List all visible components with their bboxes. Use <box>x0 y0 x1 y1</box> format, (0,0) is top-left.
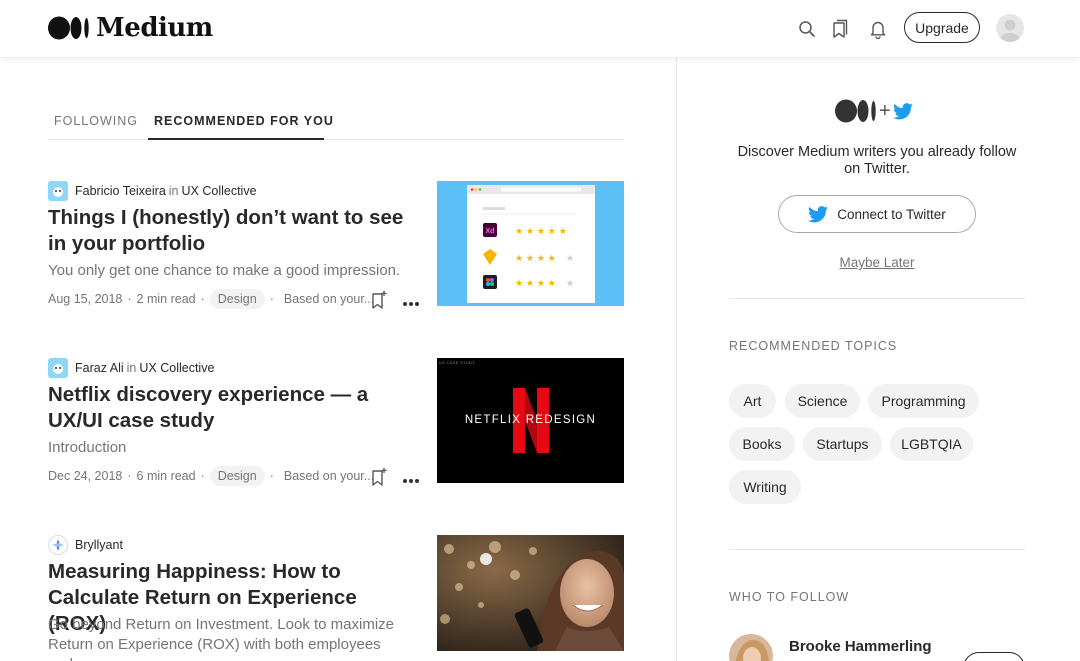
article-byline: Bryllyant <box>48 535 123 555</box>
byline-in: in <box>126 361 137 375</box>
article-title[interactable]: Netflix discovery experience — a UX/UI c… <box>48 382 418 434</box>
article-card[interactable]: Bryllyant Measuring Happiness: How to Ca… <box>48 535 624 661</box>
follow-button[interactable]: Follow <box>963 652 1025 661</box>
publication-name[interactable]: UX Collective <box>182 184 257 198</box>
topic-chip-books[interactable]: Books <box>729 427 795 461</box>
medium-wordmark: Medium <box>96 13 213 43</box>
author-name[interactable]: Faraz Ali <box>75 361 124 375</box>
article-card[interactable]: Faraz Ali in UX Collective Netflix disco… <box>48 358 624 488</box>
ux-collective-icon <box>48 358 68 378</box>
ux-collective-icon <box>48 181 68 201</box>
notifications-bell-icon[interactable] <box>865 16 891 42</box>
topic-chip-programming[interactable]: Programming <box>868 384 979 418</box>
recommendation-reason[interactable]: Based on your... <box>284 292 374 306</box>
follow-suggestion: Brooke Hammerling Follow <box>729 632 1025 661</box>
who-to-follow-title: WHO TO FOLLOW <box>729 590 850 604</box>
sidebar-divider <box>676 58 677 661</box>
active-tab-indicator <box>148 138 324 140</box>
svg-text:★: ★ <box>566 279 574 289</box>
author-name[interactable]: Bryllyant <box>75 538 123 552</box>
publish-date: Dec 24, 2018 <box>48 469 123 483</box>
more-options-icon[interactable] <box>402 294 420 312</box>
topic-chip-startups[interactable]: Startups <box>803 427 882 461</box>
article-card[interactable]: Fabricio Teixeira in UX Collective Thing… <box>48 181 624 311</box>
publication-name[interactable]: UX Collective <box>139 361 214 375</box>
read-time: 6 min read <box>136 469 196 483</box>
article-byline: Fabricio Teixeira in UX Collective <box>48 181 257 201</box>
article-actions <box>370 467 420 492</box>
follow-name[interactable]: Brooke Hammerling <box>789 638 932 655</box>
article-actions <box>370 290 420 315</box>
author-name[interactable]: Fabricio Teixeira <box>75 184 166 198</box>
publish-date: Aug 15, 2018 <box>48 292 123 306</box>
topic-chip-lgbtqia[interactable]: LGBTQIA <box>890 427 973 461</box>
read-time: 2 min read <box>136 292 196 306</box>
tab-following[interactable]: FOLLOWING <box>54 114 138 128</box>
topic-tag[interactable]: Design <box>209 289 265 309</box>
svg-text:Xd: Xd <box>486 228 495 235</box>
thumbnail-headline: NETFLIX REDESIGN <box>464 414 597 426</box>
medium-plus-twitter-logos: + <box>835 99 913 123</box>
search-icon[interactable] <box>794 16 820 42</box>
article-subtitle: Go beyond Return on Investment. Look to … <box>48 616 395 661</box>
article-meta: Dec 24, 2018 · 6 min read · Design · Bas… <box>48 466 374 486</box>
twitter-bird-icon <box>808 205 829 222</box>
topic-chip-art[interactable]: Art <box>729 384 776 418</box>
bryllyant-icon <box>48 535 68 555</box>
medium-logo[interactable]: Medium <box>48 13 213 43</box>
article-thumbnail[interactable]: UX CASE STUDY NETFLIX REDESIGN <box>437 358 624 483</box>
svg-text:★ ★ ★ ★ ★: ★ ★ ★ ★ ★ <box>515 227 567 237</box>
article-subtitle: You only get one chance to make a good i… <box>48 262 401 279</box>
article-byline: Faraz Ali in UX Collective <box>48 358 214 378</box>
bookmarks-icon[interactable] <box>827 16 853 42</box>
article-title[interactable]: Things I (honestly) don’t want to see in… <box>48 205 418 257</box>
connect-twitter-label: Connect to Twitter <box>837 206 946 222</box>
svg-text:★ ★ ★ ★: ★ ★ ★ ★ <box>515 279 556 289</box>
maybe-later-link[interactable]: Maybe Later <box>729 255 1025 270</box>
topic-chip-writing[interactable]: Writing <box>729 470 801 504</box>
twitter-prompt-text: Discover Medium writers you already foll… <box>737 144 1017 177</box>
upgrade-button[interactable]: Upgrade <box>904 12 980 43</box>
recommended-topics-title: RECOMMENDED TOPICS <box>729 339 898 353</box>
article-subtitle: Introduction <box>48 439 127 456</box>
medium-mark-icon <box>48 16 89 40</box>
byline-in: in <box>168 184 179 198</box>
user-avatar[interactable] <box>996 14 1024 42</box>
twitter-bird-icon <box>892 102 913 119</box>
medium-mark-icon <box>835 99 876 123</box>
bookmark-add-icon[interactable] <box>370 290 388 315</box>
recommendation-reason[interactable]: Based on your... <box>284 469 374 483</box>
follow-avatar[interactable] <box>729 634 773 661</box>
section-divider <box>729 298 1025 299</box>
svg-text:★: ★ <box>566 254 574 264</box>
svg-text:★ ★ ★ ★: ★ ★ ★ ★ <box>515 254 556 264</box>
article-meta: Aug 15, 2018 · 2 min read · Design · Bas… <box>48 289 374 309</box>
connect-twitter-button[interactable]: Connect to Twitter <box>778 195 976 233</box>
top-header: Medium Upgrade <box>0 0 1080 58</box>
topic-chip-science[interactable]: Science <box>785 384 860 418</box>
article-thumbnail[interactable] <box>437 535 624 651</box>
more-options-icon[interactable] <box>402 471 420 489</box>
thumbnail-caption: UX CASE STUDY <box>439 360 476 365</box>
bookmark-add-icon[interactable] <box>370 467 388 492</box>
tab-recommended[interactable]: RECOMMENDED FOR YOU <box>154 114 334 128</box>
plus-icon: + <box>879 99 891 122</box>
section-divider <box>729 549 1025 550</box>
feed-tabs: FOLLOWING RECOMMENDED FOR YOU <box>48 106 624 140</box>
topic-tag[interactable]: Design <box>209 466 265 486</box>
article-thumbnail[interactable]: Xd ★ ★ ★ ★ ★ ★ ★ ★ ★ ★ ★ ★ ★ ★ ★ <box>437 181 624 306</box>
user-silhouette-icon <box>1000 19 1020 42</box>
